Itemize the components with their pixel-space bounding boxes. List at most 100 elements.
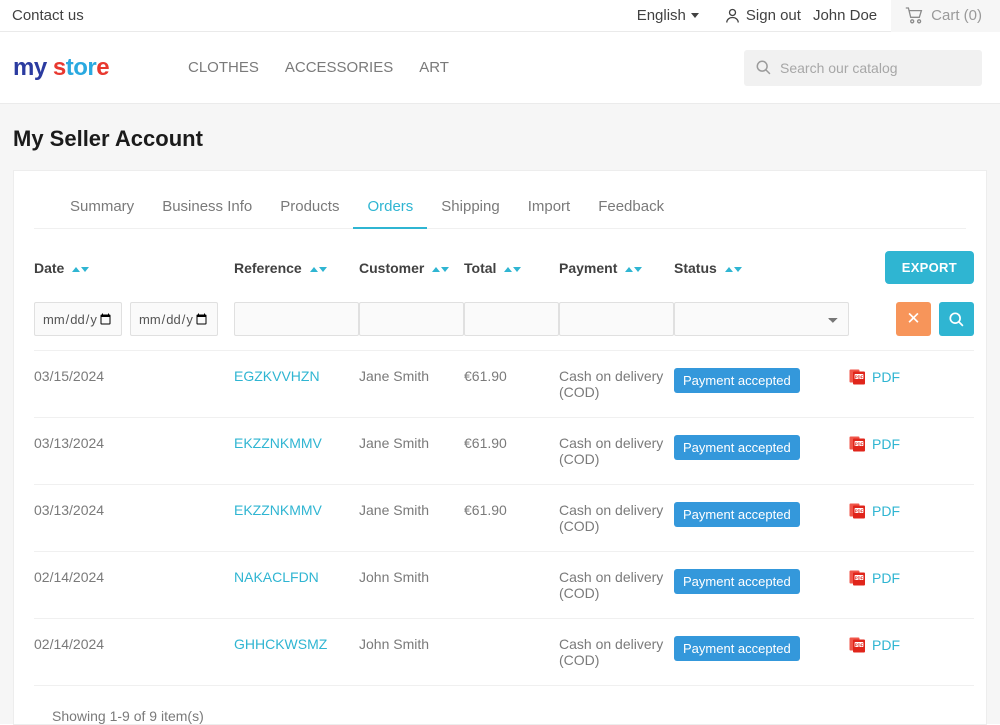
sort-arrows-status[interactable] (724, 266, 742, 272)
column-label-payment: Payment (559, 259, 618, 276)
sort-desc-icon[interactable] (81, 266, 90, 272)
cell-date: 03/15/2024 (34, 368, 105, 384)
tab-feedback[interactable]: Feedback (584, 198, 678, 229)
order-reference-link[interactable]: EKZZNKMMV (234, 435, 322, 451)
cell-customer: John Smith (359, 569, 430, 585)
tab-orders[interactable]: Orders (353, 198, 428, 229)
column-header-customer[interactable]: Customer (359, 229, 464, 302)
sort-desc-icon[interactable] (634, 266, 643, 272)
account-tabs: Summary Business Info Products Orders Sh… (34, 171, 966, 229)
language-label: English (636, 7, 686, 24)
table-row[interactable]: 02/14/2024 NAKACLFDN John Smith Cash on … (34, 551, 974, 619)
cell-invoice: PDF PDF (849, 485, 974, 552)
tab-products[interactable]: Products (266, 198, 353, 229)
filter-date-from[interactable] (34, 302, 122, 336)
orders-filter-body: ✕ (34, 302, 974, 351)
invoice-pdf-label: PDF (872, 637, 900, 653)
filter-date-to[interactable] (130, 302, 218, 336)
cell-payment: Cash on delivery (COD) (559, 569, 664, 601)
filter-row: ✕ (34, 302, 974, 351)
column-label-reference: Reference (234, 259, 302, 276)
filter-payment-input[interactable] (559, 302, 674, 336)
nav-item-accessories[interactable]: ACCESSORIES (285, 59, 393, 76)
sort-arrows-payment[interactable] (625, 266, 643, 272)
sort-asc-icon[interactable] (625, 266, 634, 272)
tab-shipping[interactable]: Shipping (427, 198, 513, 229)
sort-desc-icon[interactable] (441, 266, 450, 272)
invoice-pdf-link[interactable]: PDF PDF (849, 569, 900, 587)
apply-filters-button[interactable] (939, 302, 974, 336)
table-row[interactable]: 03/13/2024 EKZZNKMMV Jane Smith €61.90 C… (34, 484, 974, 552)
search-input[interactable] (780, 59, 970, 76)
cart-button[interactable]: Cart (0) (891, 0, 1000, 32)
cell-date: 02/14/2024 (34, 636, 105, 652)
export-button[interactable]: EXPORT (884, 251, 974, 284)
sort-asc-icon[interactable] (309, 266, 318, 272)
tab-summary[interactable]: Summary (56, 198, 148, 229)
filter-cell-total (464, 302, 559, 351)
page-body: My Seller Account Summary Business Info … (0, 104, 1000, 725)
column-label-total: Total (464, 259, 497, 276)
column-header-status[interactable]: Status (674, 229, 849, 302)
column-header-export: EXPORT (849, 229, 974, 302)
orders-table-head: Date Reference Customer Total Payment St… (34, 229, 974, 302)
sort-desc-icon[interactable] (733, 266, 742, 272)
column-label-date: Date (34, 259, 65, 276)
orders-table: Date Reference Customer Total Payment St… (34, 229, 974, 686)
column-header-payment[interactable]: Payment (559, 229, 674, 302)
pagination-summary: Showing 1-9 of 9 item(s) (52, 708, 204, 724)
cell-status: Payment accepted (674, 552, 849, 619)
sort-desc-icon[interactable] (318, 266, 327, 272)
sort-arrows-date[interactable] (72, 266, 90, 272)
invoice-pdf-label: PDF (872, 369, 900, 385)
nav-item-art[interactable]: ART (419, 59, 449, 76)
order-reference-link[interactable]: GHHCKWSMZ (234, 636, 327, 652)
sign-out-link[interactable]: Sign out (746, 7, 801, 24)
sort-asc-icon[interactable] (432, 266, 441, 272)
cell-customer: Jane Smith (359, 368, 430, 384)
cell-total (464, 552, 559, 619)
filter-cell-customer (359, 302, 464, 351)
filter-cell-date (34, 302, 234, 351)
sort-asc-icon[interactable] (724, 266, 733, 272)
column-header-date[interactable]: Date (34, 229, 234, 302)
invoice-pdf-link[interactable]: PDF PDF (849, 435, 900, 453)
status-badge: Payment accepted (674, 435, 800, 460)
svg-text:PDF: PDF (855, 508, 864, 513)
sort-desc-icon[interactable] (513, 266, 522, 272)
clear-filters-button[interactable]: ✕ (896, 302, 931, 336)
chevron-down-icon (690, 13, 699, 18)
invoice-pdf-link[interactable]: PDF PDF (849, 368, 900, 386)
order-reference-link[interactable]: NAKACLFDN (234, 569, 319, 585)
order-reference-link[interactable]: EKZZNKMMV (234, 502, 322, 518)
filter-cell-payment (559, 302, 674, 351)
catalog-search[interactable] (744, 49, 982, 86)
sort-arrows-total[interactable] (504, 266, 522, 272)
table-row[interactable]: 02/14/2024 GHHCKWSMZ John Smith Cash on … (34, 618, 974, 686)
account-group: Sign out (725, 7, 801, 24)
tab-business-info[interactable]: Business Info (148, 198, 266, 229)
column-header-reference[interactable]: Reference (234, 229, 359, 302)
filter-total-input[interactable] (464, 302, 559, 336)
sort-asc-icon[interactable] (504, 266, 513, 272)
filter-status-select[interactable] (674, 302, 849, 336)
table-row[interactable]: 03/13/2024 EKZZNKMMV Jane Smith €61.90 C… (34, 417, 974, 485)
contact-us-link[interactable]: Contact us (12, 7, 84, 24)
pdf-file-icon: PDF (849, 569, 866, 587)
language-selector[interactable]: English (637, 7, 699, 24)
cell-status: Payment accepted (674, 418, 849, 485)
sort-arrows-customer[interactable] (432, 266, 450, 272)
tab-import[interactable]: Import (514, 198, 585, 229)
sort-arrows-reference[interactable] (309, 266, 327, 272)
order-reference-link[interactable]: EGZKVVHZN (234, 368, 320, 384)
nav-item-clothes[interactable]: CLOTHES (188, 59, 259, 76)
site-logo[interactable]: my store (13, 54, 188, 82)
column-header-total[interactable]: Total (464, 229, 559, 302)
filter-customer-input[interactable] (359, 302, 464, 336)
filter-reference-input[interactable] (234, 302, 359, 336)
cell-total (464, 619, 559, 686)
sort-asc-icon[interactable] (72, 266, 81, 272)
invoice-pdf-link[interactable]: PDF PDF (849, 636, 900, 654)
table-row[interactable]: 03/15/2024 EGZKVVHZN Jane Smith €61.90 C… (34, 350, 974, 418)
invoice-pdf-link[interactable]: PDF PDF (849, 502, 900, 520)
